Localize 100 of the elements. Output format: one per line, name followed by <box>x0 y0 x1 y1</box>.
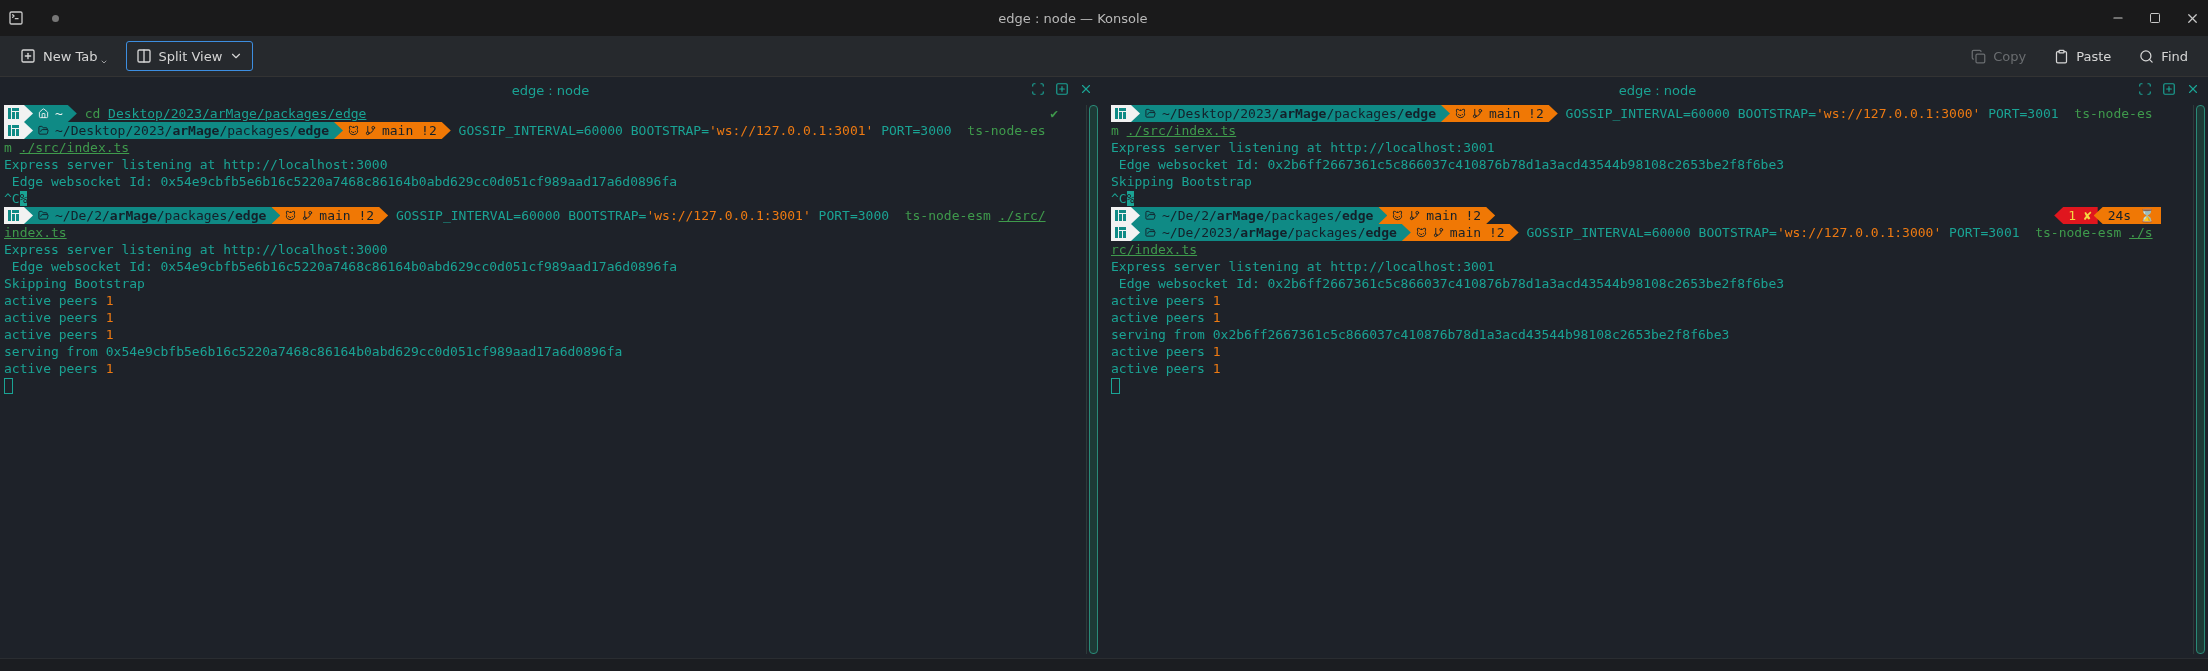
terminal-text: active peers <box>1111 361 1206 376</box>
os-logo-icon <box>8 125 19 136</box>
terminal-text: GOSSIP_INTERVAL=60000 BOOTSTRAP= <box>395 208 647 223</box>
split-pane-icon[interactable] <box>1055 82 1069 96</box>
folder-icon <box>38 210 49 221</box>
file-link[interactable]: ./s <box>2129 225 2153 240</box>
branch-name: main !2 <box>381 123 437 138</box>
command-text: ts-node-esm <box>2035 225 2122 240</box>
file-link[interactable]: ./src/ <box>998 208 1046 223</box>
exit-code: 1 ✘ <box>2068 208 2092 223</box>
terminal-text: serving from 0x2b6ff2667361c5c866037c410876b78d1a3acd43544b98108c2653be2f8f6be3 <box>1111 327 1730 342</box>
terminal-text: GOSSIP_INTERVAL=60000 BOOTSTRAP= <box>1526 225 1777 240</box>
number-value: 1 <box>1212 310 1221 325</box>
command-text: m <box>1111 123 1119 138</box>
command-text: cd <box>84 106 101 121</box>
maximize-pane-icon[interactable] <box>2138 82 2152 96</box>
os-logo-icon <box>8 108 19 119</box>
number-value: 1 <box>1212 361 1221 376</box>
string-literal: 'ws://127.0.0.1:3001' <box>646 208 811 223</box>
close-pane-icon[interactable] <box>2186 82 2200 96</box>
os-logo-icon <box>1115 210 1126 221</box>
os-logo-icon <box>8 210 19 221</box>
paste-button[interactable]: Paste <box>2044 41 2122 71</box>
terminal-text: active peers <box>1111 310 1206 325</box>
highlighted-text: % <box>19 191 28 206</box>
split-view-icon <box>135 48 152 64</box>
clipboard-icon <box>2054 48 2070 64</box>
cursor <box>4 377 13 394</box>
folder-icon <box>1145 210 1156 221</box>
command-text: ts-node-es <box>2074 106 2153 121</box>
number-value: 1 <box>1212 344 1221 359</box>
terminal-text: Edge websocket Id: 0x54e9cbfb5e6b16c5220a7468c86164b0abd629cc0d051cf989aad17a6d0896fa <box>10 174 678 189</box>
home-icon <box>38 108 49 119</box>
new-tab-button[interactable]: New Tab <box>10 41 118 71</box>
maximize-icon[interactable] <box>2149 12 2161 24</box>
command-text: ts-node-es <box>967 123 1046 138</box>
folder-icon <box>1145 108 1156 119</box>
branch-name: main !2 <box>1488 106 1544 121</box>
terminal-text: ^C <box>4 191 20 206</box>
file-link[interactable]: ./src/index.ts <box>19 140 130 155</box>
number-value: 1 <box>105 361 114 376</box>
path-text: ~/Desktop/2023/arMage/packages/edge <box>1162 106 1436 121</box>
terminal-text: active peers <box>1111 293 1206 308</box>
terminal-app-icon <box>8 10 24 26</box>
folder-icon <box>1145 227 1156 238</box>
cat-icon <box>1415 227 1427 238</box>
number-value: 1 <box>105 310 114 325</box>
cursor <box>1111 377 1120 394</box>
os-logo-icon <box>1115 227 1126 238</box>
terminal-text: Express server listening at http://localhost:3001 <box>1111 140 1495 155</box>
path-text: ~ <box>55 106 63 121</box>
split-button[interactable]: Split View <box>125 41 254 71</box>
cat-icon <box>285 210 297 221</box>
terminal-text: Skipping Bootstrap <box>4 276 145 291</box>
file-link[interactable]: ./src/index.ts <box>1126 123 1237 138</box>
terminal-text: Edge websocket Id: 0x2b6ff2667361c5c866037c410876b78d1a3acd43544b98108c2653be2f8f6be3 <box>1117 157 1785 172</box>
string-literal: 'ws://127.0.0.1:3000' <box>1816 106 1981 121</box>
number-value: 1 <box>105 327 114 342</box>
pane-title: edge : node <box>511 82 590 98</box>
command-text: m <box>4 140 12 155</box>
path-text: ~/De/2/arMage/packages/edge <box>55 208 267 223</box>
file-link[interactable]: index.ts <box>4 225 67 240</box>
terminal-text: PORT=3001 <box>1948 225 2021 240</box>
new-tab-icon <box>20 48 36 64</box>
string-literal: 'ws://127.0.0.1:3000' <box>1776 225 1942 240</box>
branch-name: main !2 <box>319 208 375 223</box>
highlighted-text: % <box>1126 191 1135 206</box>
pin-dot-icon[interactable] <box>52 14 59 22</box>
branch-icon <box>1409 210 1421 221</box>
terminal-text: active peers <box>4 293 99 308</box>
folder-icon <box>38 125 49 136</box>
branch-name: main !2 <box>1449 225 1505 240</box>
file-link[interactable]: rc/index.ts <box>1111 242 1198 257</box>
cat-icon <box>347 125 359 136</box>
cat-icon <box>1392 210 1404 221</box>
path-text: ~/De/2023/arMage/packages/edge <box>1162 225 1397 240</box>
terminal-text: GOSSIP_INTERVAL=60000 BOOTSTRAP= <box>1565 106 1816 121</box>
find-button[interactable]: Find <box>2129 41 2198 71</box>
terminal-text: Edge websocket Id: 0x2b6ff2667361c5c866037c410876b78d1a3acd43544b98108c2653be2f8f6be3 <box>1117 276 1785 291</box>
terminal-text: Edge websocket Id: 0x54e9cbfb5e6b16c5220a7468c86164b0abd629cc0d051cf989aad17a6d0896fa <box>10 259 678 274</box>
terminal-text: PORT=3001 <box>1987 106 2060 121</box>
terminal-text: active peers <box>1111 344 1206 359</box>
terminal-text: Skipping Bootstrap <box>1111 174 1252 189</box>
maximize-pane-icon[interactable] <box>1031 82 1045 96</box>
terminal-text: PORT=3000 <box>880 123 953 138</box>
terminal-text: serving from 0x54e9cbfb5e6b16c5220a7468c86164b0abd629cc0d051cf989aad17a6d0896fa <box>4 344 623 359</box>
command-text: ts-node-esm <box>904 208 991 223</box>
string-literal: 'ws://127.0.0.1:3001' <box>709 123 874 138</box>
terminal-text: PORT=3000 <box>817 208 891 223</box>
terminal-text: Express server listening at http://localhost:3000 <box>4 157 388 172</box>
path-text: ~/De/2/arMage/packages/edge <box>1162 208 1374 223</box>
close-pane-icon[interactable] <box>1079 82 1093 96</box>
path-link[interactable]: Desktop/2023/arMage/packages/edge <box>108 106 367 121</box>
window-title: edge : node — Konsole <box>997 10 1149 26</box>
terminal-text: active peers <box>4 361 99 376</box>
branch-icon <box>1432 227 1444 238</box>
branch-icon <box>302 210 314 221</box>
pane-title: edge : node <box>1618 82 1697 98</box>
split-pane-icon[interactable] <box>2162 82 2176 96</box>
path-text: ~/Desktop/2023/arMage/packages/edge <box>55 123 329 138</box>
